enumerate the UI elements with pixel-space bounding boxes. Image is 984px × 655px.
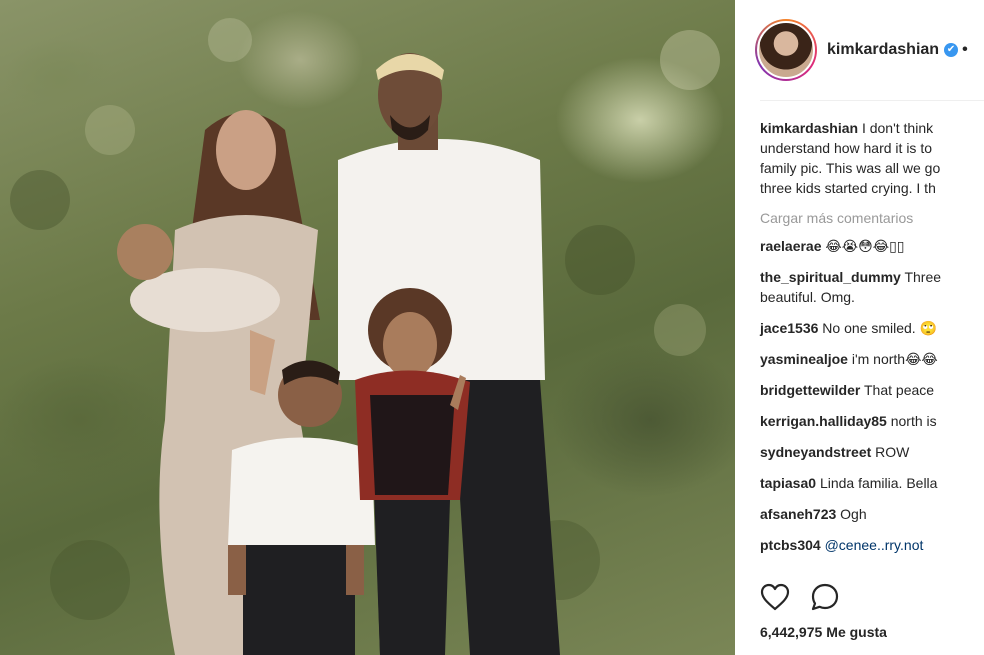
separator-dot: • [962,41,968,58]
comment-item: afsaneh723 Ogh [760,504,984,524]
comment-username[interactable]: ptcbs304 [760,537,821,553]
comment-text: i'm north😂😂 [851,351,938,367]
comment-text: No one smiled. 🙄 [822,320,937,336]
post-username[interactable]: kimkardashian [827,41,939,59]
family-photo-illustration [10,18,720,655]
likes-number: 6,442,975 [760,624,823,640]
post-header: kimkardashian ✔ • [755,19,984,81]
comment-username[interactable]: jace1536 [760,320,818,336]
comment-item: yasminealjoe i'm north😂😂 [760,349,984,369]
comment-username[interactable]: yasminealjoe [760,351,848,367]
post-sidebar: kimkardashian ✔ • kimkardashian I don't … [735,0,984,655]
caption-line: family pic. This was all we go [760,160,941,176]
post-actions [760,583,840,611]
comment-text: Linda familia. Bella [819,475,938,491]
heart-icon [760,583,790,611]
load-more-comments-link[interactable]: Cargar más comentarios [760,208,984,228]
caption-username[interactable]: kimkardashian [760,120,858,136]
comment-text: Three [904,269,942,285]
comment-text-continued: beautiful. Omg. [760,289,855,305]
comment-username[interactable]: kerrigan.halliday85 [760,413,887,429]
comment-username[interactable]: tapiasa0 [760,475,816,491]
comment-item: bridgettewilder That peace [760,380,984,400]
header-divider [760,100,984,101]
comment-text: 😂😭😳😂▯▯ [825,238,905,254]
caption-line: understand how hard it is to [760,140,932,156]
likes-count[interactable]: 6,442,975 Me gusta [760,624,887,640]
comment-text: Ogh [840,506,867,522]
comment-username[interactable]: afsaneh723 [760,506,836,522]
post-caption: kimkardashian I don't think understand h… [760,118,984,198]
comment-item: sydneyandstreet ROW [760,442,984,462]
comment-item: kerrigan.halliday85 north is [760,411,984,431]
avatar[interactable] [757,21,815,79]
comment-mention[interactable]: @cenee..rry.not [825,537,924,553]
comment-text: ROW [875,444,910,460]
comment-button[interactable] [810,583,840,611]
comment-item: raelaerae 😂😭😳😂▯▯ [760,236,984,256]
like-button[interactable] [760,583,790,611]
comments-list: kimkardashian I don't think understand h… [760,118,984,566]
comment-text: north is [890,413,937,429]
comment-username[interactable]: raelaerae [760,238,822,254]
comment-item: tapiasa0 Linda familia. Bella [760,473,984,493]
comment-item: the_spiritual_dummy Three beautiful. Omg… [760,267,984,307]
caption-line: three kids started crying. I th [760,180,936,196]
comment-username[interactable]: sydneyandstreet [760,444,871,460]
comment-item: ptcbs304 @cenee..rry.not [760,535,984,555]
comment-username[interactable]: the_spiritual_dummy [760,269,901,285]
comment-item: jace1536 No one smiled. 🙄 [760,318,984,338]
post-photo[interactable] [0,0,735,655]
caption-line: I don't think [861,120,934,136]
comments-fade [735,555,984,573]
father-figure [338,53,560,655]
verified-badge-icon: ✔ [944,43,959,57]
comment-username[interactable]: bridgettewilder [760,382,860,398]
story-ring[interactable] [755,19,817,81]
comment-text: That peace [864,382,935,398]
comment-bubble-icon [811,583,839,611]
likes-label: Me gusta [826,624,887,640]
